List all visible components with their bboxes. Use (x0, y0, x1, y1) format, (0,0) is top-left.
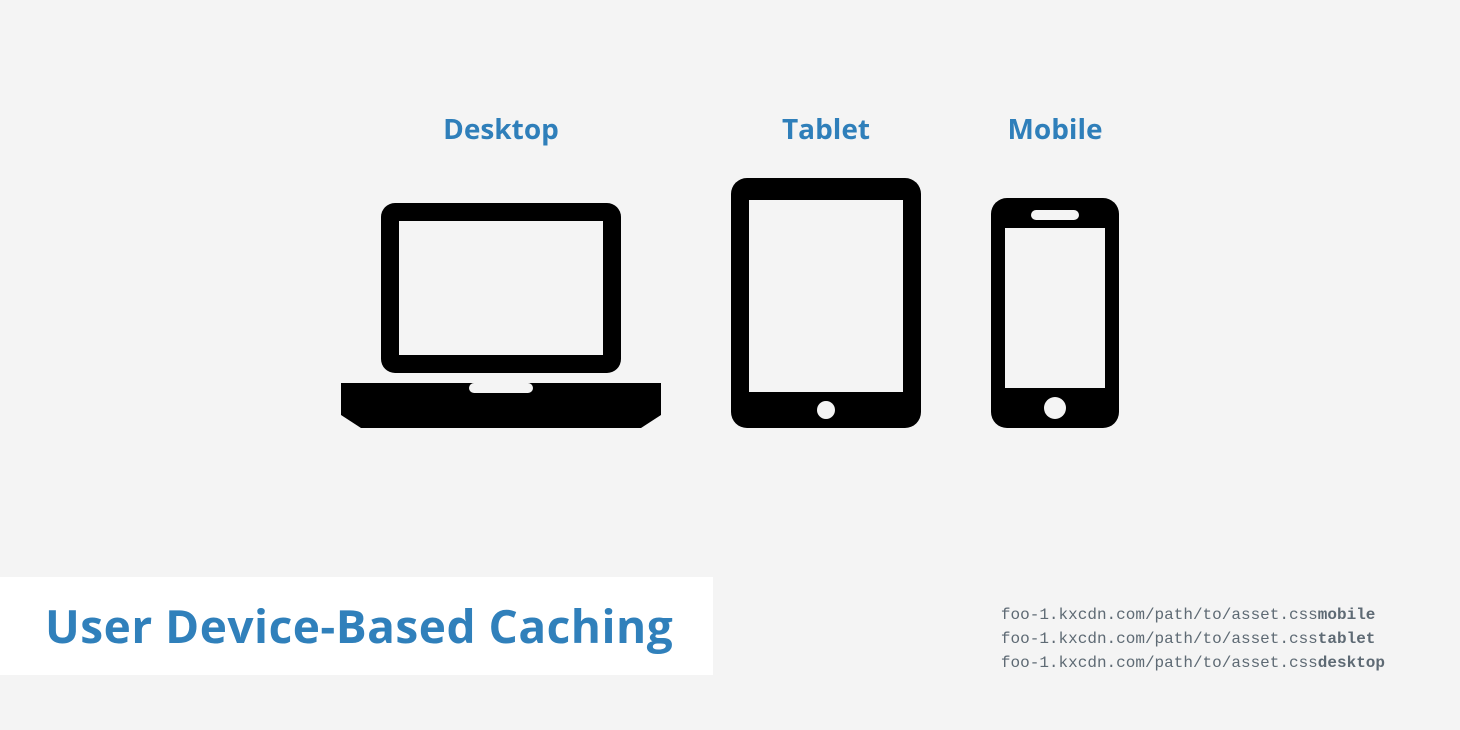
mobile-icon (991, 178, 1119, 428)
asset-suffix: tablet (1318, 630, 1376, 648)
device-mobile: Mobile (991, 110, 1119, 428)
asset-path-tablet: foo-1.kxcdn.com/path/to/asset.csstablet (1001, 627, 1385, 651)
asset-suffix: mobile (1318, 606, 1376, 624)
asset-paths: foo-1.kxcdn.com/path/to/asset.cssmobile … (1001, 603, 1385, 675)
asset-base: foo-1.kxcdn.com/path/to/asset.css (1001, 654, 1318, 672)
devices-row: Desktop Tablet (0, 110, 1460, 428)
device-label-mobile: Mobile (1007, 110, 1102, 148)
asset-base: foo-1.kxcdn.com/path/to/asset.css (1001, 606, 1318, 624)
asset-suffix: desktop (1318, 654, 1385, 672)
asset-path-mobile: foo-1.kxcdn.com/path/to/asset.cssmobile (1001, 603, 1385, 627)
device-desktop: Desktop (341, 110, 661, 428)
page-title: User Device-Based Caching (45, 595, 673, 657)
title-bar: User Device-Based Caching (0, 577, 713, 675)
tablet-icon (731, 178, 921, 428)
device-label-tablet: Tablet (782, 110, 870, 148)
laptop-icon (341, 178, 661, 428)
asset-path-desktop: foo-1.kxcdn.com/path/to/asset.cssdesktop (1001, 651, 1385, 675)
asset-base: foo-1.kxcdn.com/path/to/asset.css (1001, 630, 1318, 648)
device-tablet: Tablet (731, 110, 921, 428)
device-label-desktop: Desktop (443, 110, 559, 148)
